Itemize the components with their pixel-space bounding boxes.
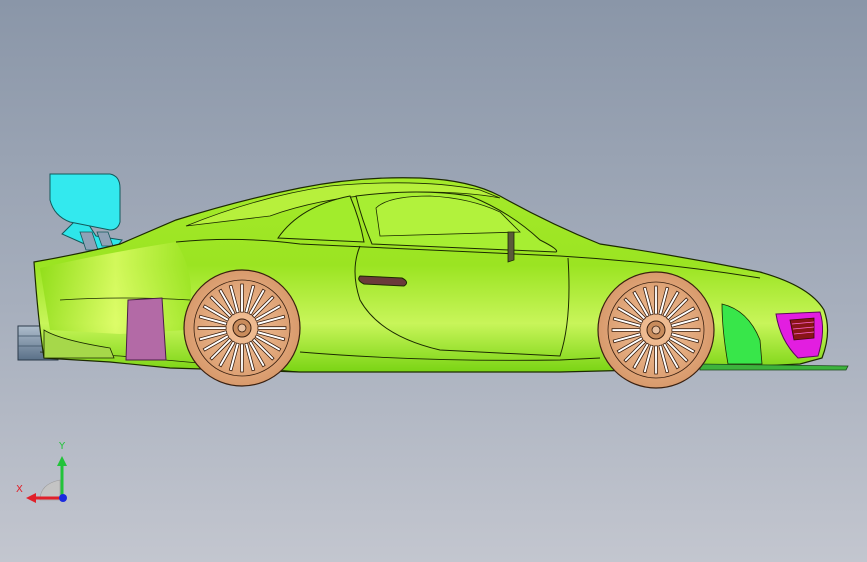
rear-wing (49, 173, 123, 257)
wheel-spoke-slot (257, 326, 287, 330)
wheel-spoke-slot (654, 285, 658, 315)
wheel-spoke-slot (240, 343, 244, 373)
triad-y-label: Y (59, 441, 66, 452)
wheel-spoke-slot (654, 345, 658, 375)
rear-side-panel (125, 297, 167, 361)
coordinate-triad (26, 456, 67, 503)
z-axis-dot-icon (59, 494, 67, 502)
front-splitter (699, 363, 849, 371)
cad-viewport[interactable]: Y X (0, 0, 867, 562)
front-wheel (597, 271, 715, 389)
door-handle (358, 275, 408, 287)
wheel-spoke-slot (197, 326, 227, 330)
wheel-spoke-slot (240, 283, 244, 313)
side-mirror (507, 231, 515, 263)
triad-x-label: X (16, 484, 23, 495)
wheel-spoke-slot (611, 328, 641, 332)
wheel-spoke-slot (671, 328, 701, 332)
rear-wheel (183, 269, 301, 387)
car-model[interactable] (0, 0, 867, 562)
